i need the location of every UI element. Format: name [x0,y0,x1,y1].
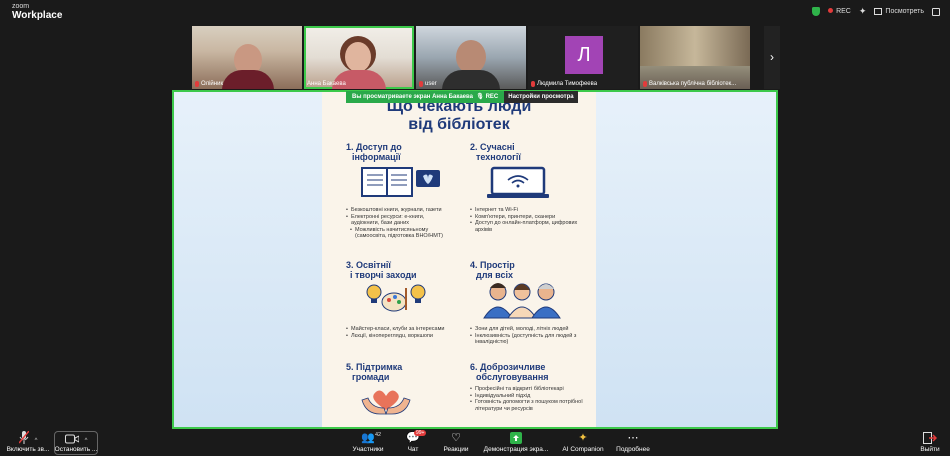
participants-icon: 👥 [361,432,375,444]
stop-video-button[interactable]: ^ Остановить ... [54,431,98,453]
encryption-shield-icon[interactable] [812,7,821,16]
mic-muted-icon [18,431,29,444]
rec-label: REC [836,8,851,15]
more-label: Подробнее [616,446,650,453]
banner-rec-label: REC [485,94,499,100]
screen-share-banner: Вы просматриваете экран Анна Бакаева 🎙 R… [346,91,578,103]
heart-icon: ♡ [451,432,461,444]
ai-label: AI Companion [562,446,604,453]
book-icon [361,167,440,197]
mic-muted-icon [531,81,535,87]
chat-label: Чат [407,446,419,453]
participant-name: user [425,81,437,87]
participant-name: Олійник [201,81,224,87]
view-grid-icon [874,8,883,15]
participant-tile-active-speaker[interactable]: Анна Бакаева [304,26,414,89]
meeting-toolbar: ^ Включить зв... ^ Остановить ... 👥 Учас… [0,430,950,456]
zoom-window: zoom Workplace REC ✦ Посмотреть Олійник … [0,0,950,456]
more-dots-icon: ⋯ [627,432,639,444]
top-right-controls: REC ✦ Посмотреть [812,6,940,17]
video-label: Остановить ... [54,446,98,453]
participant-strip: Олійник Анна Бакаева user Л Людмила Тимо… [192,26,750,89]
section-bullets: Зони для дітей, молоді, літніх людей Інк… [470,326,582,346]
mic-muted-icon [643,81,647,87]
participants-label: Участники [352,446,384,453]
mic-label: Включить зв... [6,446,50,453]
exit-label: Выйти [920,446,940,453]
video-options-chevron-icon[interactable]: ^ [85,438,88,444]
ai-companion-button[interactable]: ✦ AI Companion [560,431,606,453]
top-bar: zoom Workplace REC ✦ Посмотреть [0,0,950,24]
sparkle-icon[interactable]: ✦ [859,6,867,17]
people-icon [483,283,561,319]
section-title: 2. Сучасні технології [470,142,521,162]
banner-mic-icon: 🎙 [476,94,484,100]
next-page-chevron-icon[interactable]: › [764,26,780,89]
leave-door-icon [923,431,937,444]
creative-bulbs-icon [366,284,426,312]
fullscreen-icon[interactable] [932,7,940,16]
heart-hands-icon [361,390,411,415]
brand-line2: Workplace [12,10,63,21]
poster: Що чекають люди від бібліотек 1. Доступ … [322,92,596,427]
video-camera-icon [64,434,79,444]
section-bullets: Інтернет та Wi-Fi Комп'ютери, принтери, … [470,207,582,233]
section-title: 3. Освітнії і творчі заходи [346,260,417,280]
leave-button[interactable]: Выйти [918,431,942,453]
participant-tile[interactable]: Олійник [192,26,302,89]
mic-muted-icon [419,81,423,87]
participant-video [456,40,486,74]
section-bullets: Професійні та відкриті бібліотекарі Інди… [470,386,586,412]
view-label: Посмотреть [885,8,924,15]
participant-body [222,70,274,89]
recording-indicator[interactable]: REC [828,8,851,15]
participant-tile[interactable]: user [416,26,526,89]
mic-muted-icon [195,81,199,87]
section-title: 1. Доступ до інформації [346,142,402,162]
participant-avatar: Л [565,36,603,74]
participants-count: 42 [375,432,382,438]
participant-video [345,42,371,72]
zoom-logo: zoom Workplace [12,2,63,21]
section-title: 4. Простір для всіх [470,260,515,280]
ai-sparkle-icon: ✦ [578,432,588,444]
reactions-label: Реакции [443,446,469,453]
share-label: Демонстрация экра... [483,446,549,453]
view-settings-button[interactable]: Настройки просмотра [504,91,578,103]
share-screen-icon [510,432,522,444]
chat-unread-badge: 99+ [414,430,427,436]
shared-screen: Що чекають люди від бібліотек 1. Доступ … [172,90,778,429]
section-title: 5. Підтримка громади [346,362,403,382]
participants-button[interactable]: 👥 Участники [346,431,390,453]
view-button[interactable]: Посмотреть [874,8,924,15]
section-bullets: Безкоштовні книги, журнали, газети Елект… [346,207,454,240]
participant-tile[interactable]: Валківська публічна бібліотек... [640,26,750,89]
participant-name: Анна Бакаева [307,81,346,87]
bookshelf-background [640,26,750,66]
rec-dot-icon [828,8,834,13]
mic-options-chevron-icon[interactable]: ^ [35,438,38,444]
section-bullets: Майстер-класи, клуби за інтересами Лєкці… [346,326,458,339]
laptop-wifi-icon [487,166,549,198]
more-button[interactable]: ⋯ Подробнее [614,431,652,453]
participant-tile[interactable]: Л Людмила Тимофеева [528,26,638,89]
section-title: 6. Доброзичливе обслуговування [470,362,549,382]
poster-title-line2: від бібліотек [408,116,510,133]
viewing-text: Вы просматриваете экран Анна Бакаева [352,94,473,100]
reactions-button[interactable]: ♡ Реакции [438,431,474,453]
participant-name: Валківська публічна бібліотек... [649,81,737,87]
share-screen-button[interactable]: Демонстрация экра... [480,431,552,453]
participant-body [442,70,500,89]
participant-name: Людмила Тимофеева [537,81,598,87]
mic-button[interactable]: ^ Включить зв... [4,431,52,453]
